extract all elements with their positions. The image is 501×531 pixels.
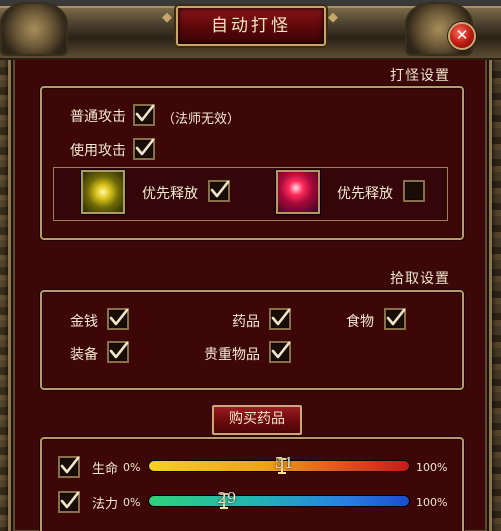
checkmark-icon (271, 341, 291, 359)
checkmark-icon (135, 104, 155, 122)
skill-1-priority-checkbox[interactable] (208, 180, 230, 202)
normal-attack-label: 普通攻击 (70, 109, 126, 125)
skill-2-priority-checkbox[interactable] (403, 180, 425, 202)
fire-skill-icon[interactable] (276, 170, 320, 214)
mage-note: （法师无效） (162, 112, 241, 127)
pickup-settings-group (40, 290, 464, 390)
hp-threshold-value: 51 (274, 454, 294, 472)
skill-priority-label: 优先释放 (142, 186, 198, 202)
pickup-potion-checkbox[interactable] (269, 308, 291, 330)
checkmark-icon (60, 456, 80, 474)
window-title: 自动打怪 (211, 16, 291, 36)
pickup-section-title: 拾取设置 (390, 271, 450, 287)
mp-label: 法力 (92, 497, 119, 512)
pickup-food-checkbox[interactable] (384, 308, 406, 330)
game-screen: ◆ 自动打怪 ◆ ✕ 打怪设置 普通攻击 （法师无效） 使用攻击 优先释放 优先… (0, 0, 501, 531)
pickup-equipment-checkbox[interactable] (107, 341, 129, 363)
mp-threshold-track[interactable] (149, 496, 409, 506)
skill-priority-label: 优先释放 (337, 186, 393, 202)
pickup-money-checkbox[interactable] (107, 308, 129, 330)
normal-attack-checkbox[interactable] (133, 104, 155, 126)
checkmark-icon (135, 138, 155, 156)
mp-potion-checkbox[interactable] (58, 491, 80, 513)
pickup-equipment-label: 装备 (70, 347, 98, 363)
lightning-skill-icon[interactable] (81, 170, 125, 214)
hp-potion-checkbox[interactable] (58, 456, 80, 478)
hp-min-label: 0% (123, 461, 141, 474)
title-ornament-right-icon: ◆ (328, 10, 338, 25)
mp-min-label: 0% (123, 496, 141, 509)
checkmark-icon (109, 308, 129, 326)
checkmark-icon (271, 308, 291, 326)
close-button[interactable]: ✕ (448, 22, 476, 50)
hp-label: 生命 (92, 462, 119, 477)
checkmark-icon (210, 180, 230, 198)
hp-max-label: 100% (416, 461, 448, 474)
title-ornament-left-icon: ◆ (162, 10, 172, 25)
pickup-potion-label: 药品 (232, 314, 260, 330)
use-attack-checkbox[interactable] (133, 138, 155, 160)
pickup-valuables-checkbox[interactable] (269, 341, 291, 363)
buy-potions-button[interactable]: 购买药品 (212, 405, 302, 435)
checkmark-icon (386, 308, 406, 326)
auto-potion-group (40, 437, 464, 531)
pickup-valuables-label: 贵重物品 (204, 347, 260, 363)
pickup-money-label: 金钱 (70, 314, 98, 330)
use-attack-label: 使用攻击 (70, 143, 126, 159)
frame-corner-ornament-left (0, 2, 68, 56)
checkmark-icon (109, 341, 129, 359)
title-plate: 自动打怪 (176, 6, 326, 46)
pickup-food-label: 食物 (346, 314, 374, 330)
close-icon: ✕ (455, 26, 469, 44)
mp-threshold-value: 29 (217, 489, 237, 507)
combat-section-title: 打怪设置 (390, 68, 450, 84)
checkmark-icon (60, 491, 80, 509)
mp-max-label: 100% (416, 496, 448, 509)
